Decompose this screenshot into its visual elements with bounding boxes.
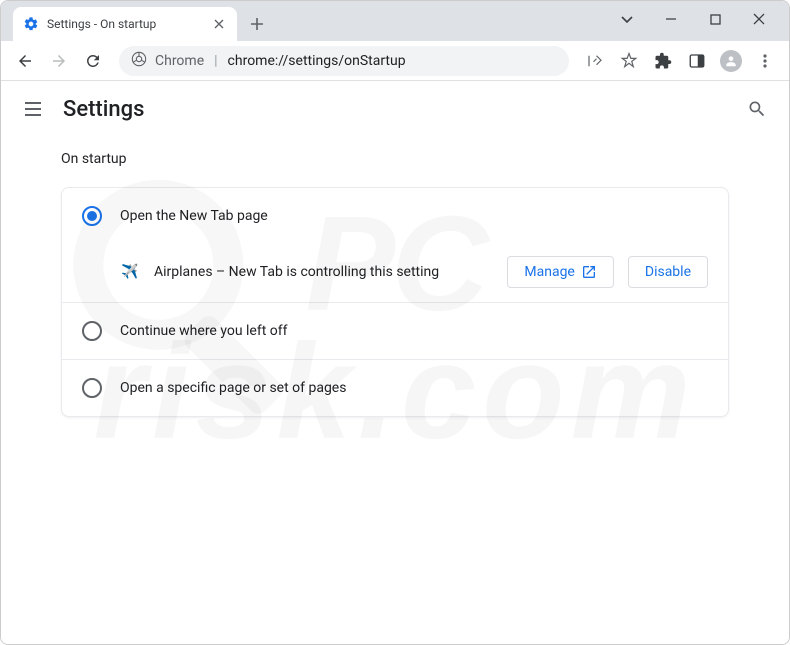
minimize-icon[interactable]: [653, 5, 689, 33]
radio-option-continue[interactable]: Continue where you left off: [62, 303, 728, 359]
radio-option-specific[interactable]: Open a specific page or set of pages: [62, 360, 728, 416]
radio-option-new-tab[interactable]: Open the New Tab page: [62, 188, 728, 244]
address-text: Chrome | chrome://settings/onStartup: [155, 53, 406, 69]
share-icon[interactable]: [581, 47, 609, 75]
new-tab-button[interactable]: [243, 10, 271, 38]
radio-label: Open a specific page or set of pages: [120, 380, 346, 396]
profile-avatar[interactable]: [717, 47, 745, 75]
address-bar[interactable]: Chrome | chrome://settings/onStartup: [119, 46, 569, 76]
startup-card: Open the New Tab page ✈️ Airplanes – New…: [61, 187, 729, 417]
radio-label: Continue where you left off: [120, 323, 288, 339]
settings-gear-icon: [23, 16, 39, 32]
tab-title: Settings - On startup: [47, 17, 203, 31]
close-icon[interactable]: [741, 5, 777, 33]
extensions-icon[interactable]: [649, 47, 677, 75]
disable-button[interactable]: Disable: [628, 256, 708, 288]
external-link-icon: [581, 264, 597, 280]
chrome-logo-icon: [131, 51, 147, 71]
bookmark-icon[interactable]: [615, 47, 643, 75]
extension-notice: ✈️ Airplanes – New Tab is controlling th…: [62, 244, 728, 302]
back-button[interactable]: [11, 47, 39, 75]
airplane-extension-icon: ✈️: [120, 262, 140, 282]
manage-button[interactable]: Manage: [507, 256, 613, 288]
search-icon[interactable]: [745, 97, 769, 121]
section-title: On startup: [61, 151, 729, 167]
extension-notice-text: Airplanes – New Tab is controlling this …: [154, 264, 493, 280]
radio-unselected-icon: [82, 321, 102, 341]
radio-selected-icon: [82, 206, 102, 226]
radio-label: Open the New Tab page: [120, 208, 268, 224]
browser-tab[interactable]: Settings - On startup: [13, 7, 237, 41]
reload-button[interactable]: [79, 47, 107, 75]
hamburger-menu-icon[interactable]: [21, 97, 45, 121]
settings-header: Settings: [1, 81, 789, 137]
maximize-icon[interactable]: [697, 5, 733, 33]
side-panel-icon[interactable]: [683, 47, 711, 75]
radio-unselected-icon: [82, 378, 102, 398]
settings-body: On startup Open the New Tab page ✈️ Airp…: [1, 137, 789, 417]
tab-close-icon[interactable]: [211, 16, 227, 32]
forward-button[interactable]: [45, 47, 73, 75]
title-bar: Settings - On startup: [1, 1, 789, 41]
menu-icon[interactable]: [751, 47, 779, 75]
chevron-down-icon[interactable]: [609, 5, 645, 33]
browser-toolbar: Chrome | chrome://settings/onStartup: [1, 41, 789, 81]
page-content: Settings On startup Open the New Tab pag…: [1, 81, 789, 644]
page-title: Settings: [63, 97, 144, 122]
window-controls: [609, 5, 781, 41]
tabs-area: Settings - On startup: [9, 7, 609, 41]
